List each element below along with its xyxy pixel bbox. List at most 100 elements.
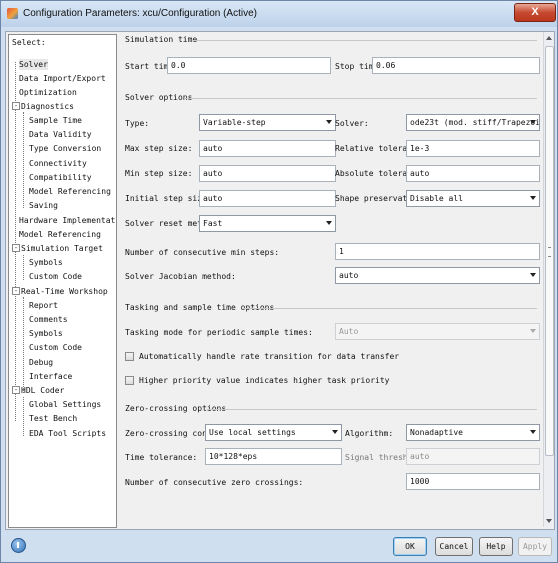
type-value: Variable-step — [203, 118, 266, 127]
jacobian-method-value: auto — [339, 271, 359, 280]
tree-item-model-referencing[interactable]: Model Referencing — [19, 229, 101, 240]
tree-item-compatibility[interactable]: Compatibility — [29, 172, 92, 183]
separator — [207, 409, 537, 410]
tree-item-sample-time[interactable]: Sample Time — [29, 115, 82, 126]
max-step-label: Max step size: — [125, 144, 193, 153]
shape-preservation-dropdown[interactable]: Disable all — [406, 190, 540, 207]
tree-item-solver[interactable]: Solver — [19, 59, 48, 70]
scrollbar-thumb[interactable] — [545, 46, 554, 456]
tasking-mode-label: Tasking mode for periodic sample times: — [125, 328, 313, 337]
stop-time-field[interactable]: 0.06 — [372, 57, 540, 74]
tree-item-type-conversion[interactable]: Type Conversion — [29, 143, 101, 154]
tree-item-symbols[interactable]: Symbols — [29, 257, 63, 268]
type-label: Type: — [125, 119, 150, 128]
cancel-button[interactable]: Cancel — [435, 537, 473, 556]
abs-tol-field[interactable]: auto — [406, 165, 540, 182]
tasking-mode-value: Auto — [339, 327, 359, 336]
button-bar: OK Cancel Help Apply — [5, 532, 553, 560]
tree-item-hardware-implementation[interactable]: Hardware Implementation — [19, 215, 116, 226]
tree-item-debug[interactable]: Debug — [29, 357, 53, 368]
chevron-down-icon — [530, 430, 536, 434]
higher-priority-label: Higher priority value indicates higher t… — [139, 376, 390, 385]
simulation-time-title: Simulation time — [125, 35, 198, 44]
collapse-diagnostics-icon[interactable]: - — [12, 102, 20, 110]
scroll-up-icon[interactable] — [546, 36, 552, 40]
consecutive-zc-label: Number of consecutive zero crossings: — [125, 478, 304, 487]
chevron-down-icon — [530, 196, 536, 200]
solver-panel: Simulation time Start time: 0.0 Stop tim… — [119, 32, 541, 527]
reset-method-dropdown[interactable]: Fast — [199, 215, 336, 232]
start-time-field[interactable]: 0.0 — [167, 57, 331, 74]
tree-item-real-time-workshop[interactable]: Real-Time Workshop — [21, 286, 108, 297]
tree-item-diagnostics[interactable]: Diagnostics — [21, 101, 74, 112]
help-icon[interactable] — [11, 538, 26, 553]
tree-item-custom-code[interactable]: Custom Code — [29, 271, 82, 282]
tasking-mode-dropdown[interactable]: Auto — [335, 323, 540, 340]
consecutive-zc-field[interactable]: 1000 — [406, 473, 540, 490]
tree-item-optimization[interactable]: Optimization — [19, 87, 77, 98]
collapse-rtw-icon[interactable]: - — [12, 287, 20, 295]
higher-priority-checkbox[interactable] — [125, 376, 134, 385]
tree-item-simulation-target[interactable]: Simulation Target — [21, 243, 103, 254]
tree-item-interface[interactable]: Interface — [29, 371, 72, 382]
config-dialog: Configuration Parameters: xcu/Configurat… — [0, 0, 558, 563]
tree-simtarget-line — [23, 255, 24, 280]
chevron-down-icon — [326, 120, 332, 124]
tree-rtw-line — [23, 297, 24, 393]
chevron-down-icon — [530, 329, 536, 333]
separator — [193, 40, 537, 41]
min-step-label: Min step size: — [125, 169, 193, 178]
type-dropdown[interactable]: Variable-step — [199, 114, 336, 131]
initial-step-field[interactable]: auto — [199, 190, 336, 207]
chevron-down-icon — [326, 221, 332, 225]
tree-item-rtw-symbols[interactable]: Symbols — [29, 328, 63, 339]
auto-rate-transition-checkbox[interactable] — [125, 352, 134, 361]
rel-tol-field[interactable]: 1e-3 — [406, 140, 540, 157]
apply-button[interactable]: Apply — [518, 537, 552, 556]
algorithm-label: Algorithm: — [345, 429, 394, 438]
solver-options-title: Solver options — [125, 93, 193, 102]
tree-root-line — [15, 62, 16, 421]
close-button[interactable]: X — [514, 3, 556, 22]
scroll-down-icon[interactable] — [546, 519, 552, 523]
solver-value: ode23t (mod. stiff/Trapezoidal) — [410, 118, 540, 127]
category-tree[interactable]: Select: - - - - Solver Data Import/Expor… — [8, 34, 117, 528]
solver-dropdown[interactable]: ode23t (mod. stiff/Trapezoidal) — [406, 114, 540, 131]
tree-item-data-validity[interactable]: Data Validity — [29, 129, 92, 140]
collapse-simtarget-icon[interactable]: - — [12, 244, 20, 252]
algorithm-dropdown[interactable]: Nonadaptive — [406, 424, 540, 441]
tree-item-saving[interactable]: Saving — [29, 200, 58, 211]
signal-threshold-field[interactable]: auto — [406, 448, 540, 465]
panel-scrollbar[interactable] — [543, 32, 554, 527]
min-step-field[interactable]: auto — [199, 165, 336, 182]
tree-item-global-settings[interactable]: Global Settings — [29, 399, 101, 410]
time-tolerance-label: Time tolerance: — [125, 453, 198, 462]
help-button[interactable]: Help — [479, 537, 513, 556]
tree-item-test-bench[interactable]: Test Bench — [29, 413, 77, 424]
tree-item-data-import-export[interactable]: Data Import/Export — [19, 73, 106, 84]
tree-item-report[interactable]: Report — [29, 300, 58, 311]
algorithm-value: Nonadaptive — [410, 428, 463, 437]
solver-label: Solver: — [335, 119, 369, 128]
jacobian-method-dropdown[interactable]: auto — [335, 267, 540, 284]
reset-method-value: Fast — [203, 219, 223, 228]
chevron-down-icon — [530, 120, 536, 124]
tree-item-hdl-coder[interactable]: HDL Coder — [21, 385, 64, 396]
title-bar[interactable]: Configuration Parameters: xcu/Configurat… — [1, 1, 557, 27]
zc-control-dropdown[interactable]: Use local settings — [205, 424, 342, 441]
max-step-field[interactable]: auto — [199, 140, 336, 157]
ok-button[interactable]: OK — [393, 537, 427, 556]
tree-item-connectivity[interactable]: Connectivity — [29, 158, 87, 169]
time-tolerance-field[interactable]: 10*128*eps — [205, 448, 342, 465]
consecutive-min-steps-label: Number of consecutive min steps: — [125, 248, 280, 257]
consecutive-min-steps-field[interactable]: 1 — [335, 243, 540, 260]
tree-item-model-referencing-diag[interactable]: Model Referencing — [29, 186, 111, 197]
tree-item-rtw-custom-code[interactable]: Custom Code — [29, 342, 82, 353]
separator — [243, 308, 537, 309]
dialog-body: Select: - - - - Solver Data Import/Expor… — [5, 31, 555, 530]
tree-item-eda-tool-scripts[interactable]: EDA Tool Scripts — [29, 428, 106, 439]
tree-item-comments[interactable]: Comments — [29, 314, 68, 325]
chevron-down-icon — [530, 273, 536, 277]
window-title: Configuration Parameters: xcu/Configurat… — [23, 8, 257, 19]
collapse-hdl-icon[interactable]: - — [12, 386, 20, 394]
